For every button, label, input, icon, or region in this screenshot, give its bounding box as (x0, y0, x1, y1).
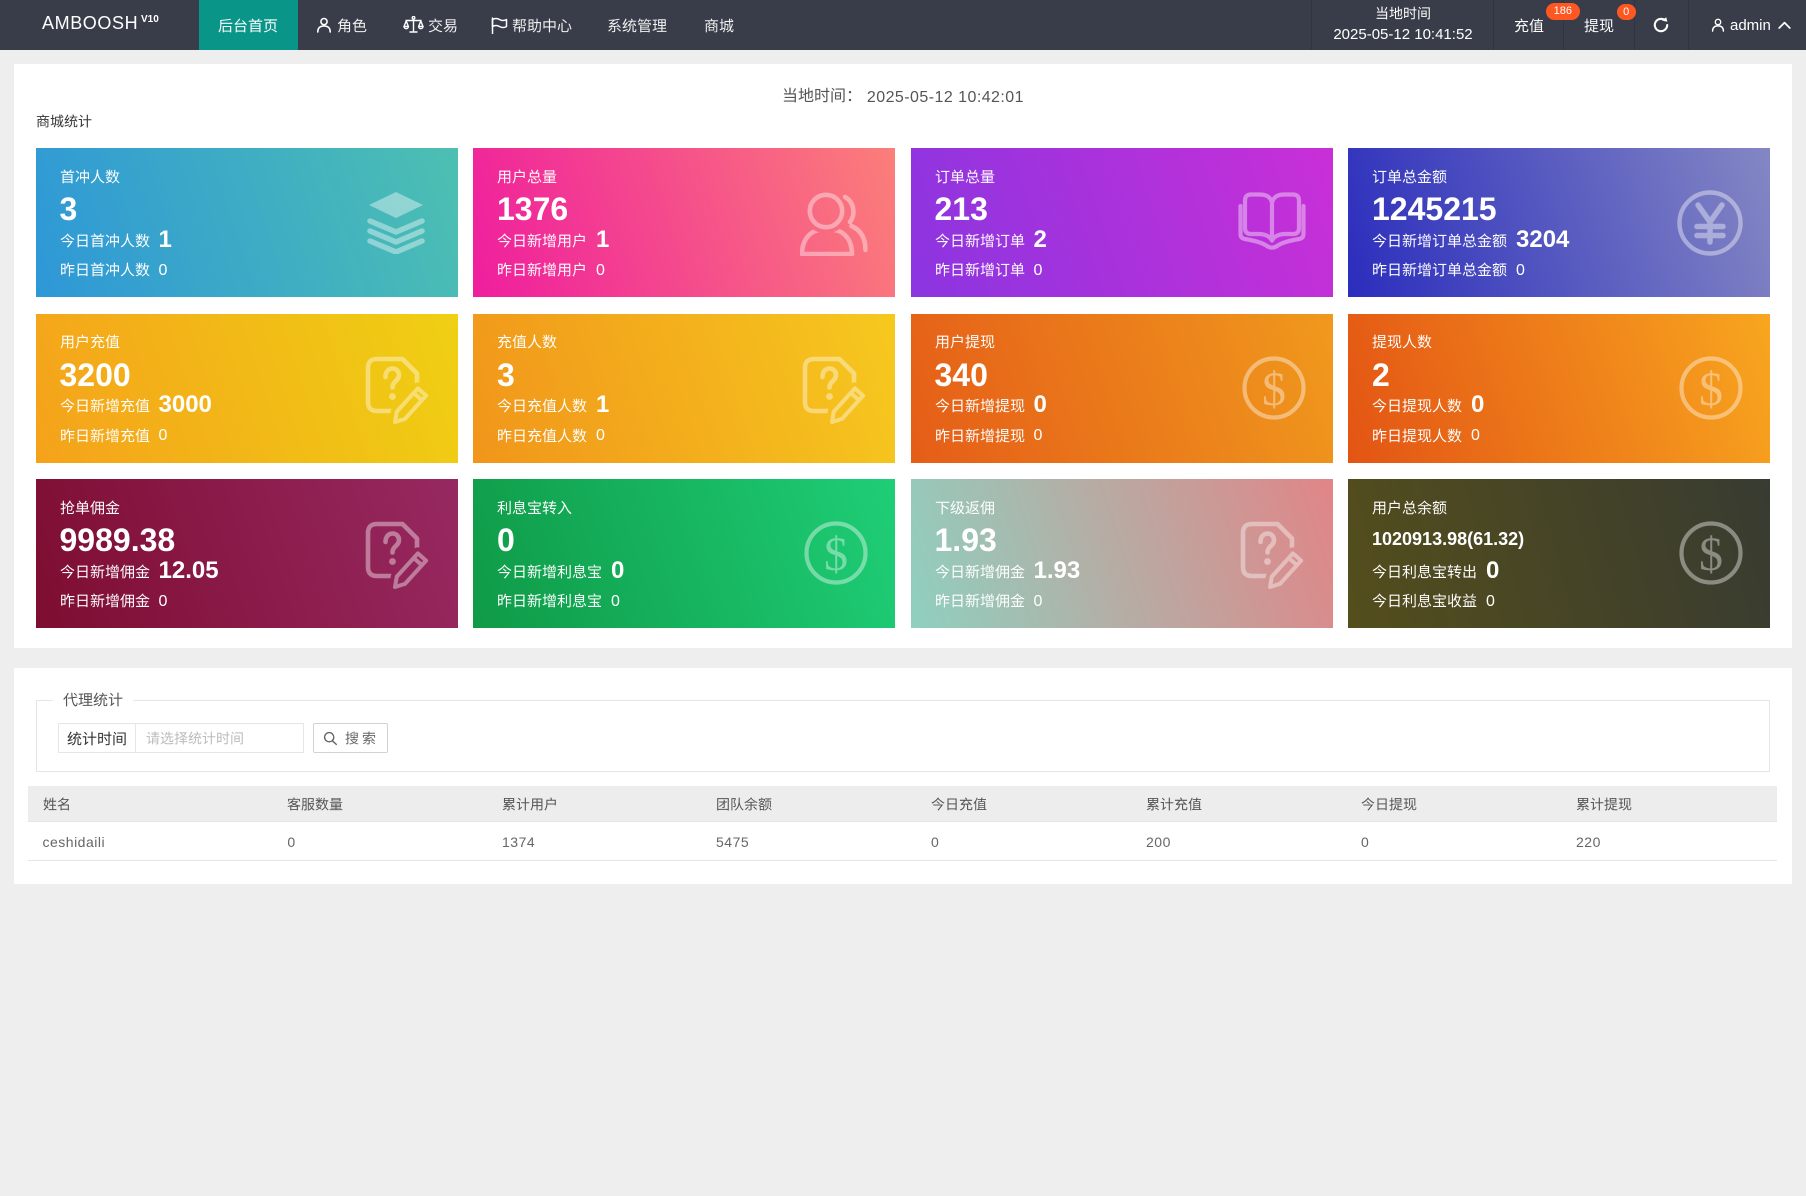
svg-text:$: $ (1699, 528, 1723, 581)
svg-text:$: $ (1699, 363, 1723, 416)
svg-text:$: $ (1262, 363, 1286, 416)
svg-text:$: $ (824, 528, 848, 581)
